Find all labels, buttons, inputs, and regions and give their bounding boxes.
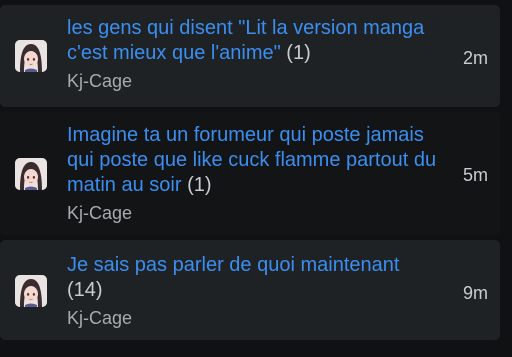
topic-author[interactable]: Kj-Cage [67,307,437,330]
topic-row[interactable]: Imagine ta un forumeur qui poste jamais … [0,111,500,235]
topic-title-line: Imagine ta un forumeur qui poste jamais … [67,123,437,198]
topic-title-link[interactable]: Je sais pas parler de quoi maintenant [67,254,399,276]
topic-title-line: les gens qui disent "Lit la version mang… [67,16,437,66]
topic-author[interactable]: Kj-Cage [67,70,437,93]
topic-content: Je sais pas parler de quoi maintenant (1… [67,253,437,330]
reply-count: (14) [67,279,103,301]
reply-count: (1) [187,174,212,196]
topic-time: 5m [462,165,488,185]
topic-title-link[interactable]: les gens qui disent "Lit la version mang… [67,17,424,64]
topic-row[interactable]: les gens qui disent "Lit la version mang… [0,5,500,107]
topic-time: 2m [462,48,488,68]
reply-count: (1) [286,42,311,64]
topic-row[interactable]: Je sais pas parler de quoi maintenant (1… [0,240,500,340]
topic-author[interactable]: Kj-Cage [67,202,437,225]
topic-content: les gens qui disent "Lit la version mang… [67,16,437,93]
user-avatar-icon[interactable] [15,275,47,307]
user-avatar-icon[interactable] [15,158,47,190]
topic-title-link[interactable]: Imagine ta un forumeur qui poste jamais … [67,124,436,196]
topic-time: 9m [462,283,488,303]
topic-list: les gens qui disent "Lit la version mang… [0,0,512,357]
topic-content: Imagine ta un forumeur qui poste jamais … [67,123,437,225]
topic-title-line: Je sais pas parler de quoi maintenant (1… [67,253,437,303]
user-avatar-icon[interactable] [15,40,47,72]
